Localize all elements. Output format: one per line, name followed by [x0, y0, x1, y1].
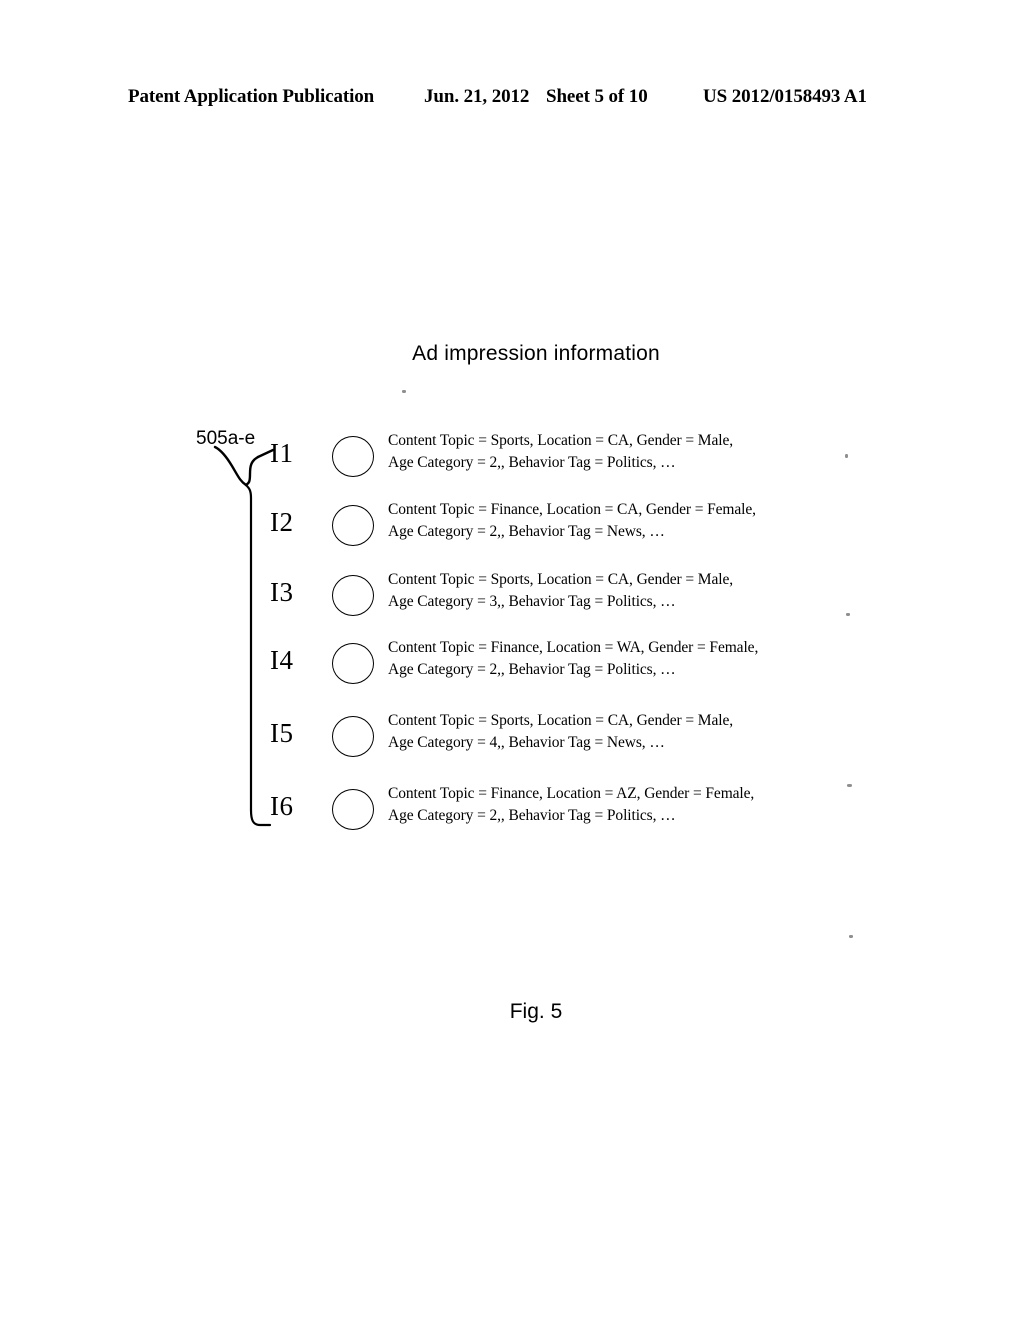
impression-row-i5: I5 Content Topic = Sports, Location = CA… — [270, 710, 890, 772]
impression-attributes-line2: Age Category = 2,, Behavior Tag = Politi… — [388, 807, 676, 824]
impression-label-i6: I6 — [270, 791, 294, 821]
impression-attributes-line2: Age Category = 4,, Behavior Tag = News, … — [388, 734, 665, 751]
impression-label-i3: I3 — [270, 577, 294, 607]
impression-node-i5 — [332, 716, 374, 757]
impression-attributes-line1: Content Topic = Finance, Location = WA, … — [388, 639, 759, 656]
impression-attributes-i5: Content Topic = Sports, Location = CA, G… — [388, 710, 888, 754]
impression-attributes-line1: Content Topic = Finance, Location = CA, … — [388, 501, 756, 518]
impression-label-i2: I2 — [270, 507, 294, 537]
impression-attributes-i2: Content Topic = Finance, Location = CA, … — [388, 499, 888, 543]
impression-attributes-line2: Age Category = 2,, Behavior Tag = Politi… — [388, 661, 676, 678]
impression-row-i6: I6 Content Topic = Finance, Location = A… — [270, 783, 890, 845]
impression-attributes-i3: Content Topic = Sports, Location = CA, G… — [388, 569, 888, 613]
impression-attributes-line2: Age Category = 2,, Behavior Tag = Politi… — [388, 454, 676, 471]
impression-label-i5: I5 — [270, 718, 294, 748]
figure-caption-text: Fig. 5 — [509, 1000, 563, 1023]
impression-row-i3: I3 Content Topic = Sports, Location = CA… — [270, 569, 890, 631]
impression-attributes-line1: Content Topic = Sports, Location = CA, G… — [388, 571, 734, 588]
impression-node-i6 — [332, 789, 374, 830]
impression-row-i2: I2 Content Topic = Finance, Location = C… — [270, 499, 890, 561]
impression-attributes-line1: Content Topic = Sports, Location = CA, G… — [388, 432, 734, 449]
scan-speck — [847, 784, 852, 787]
impression-attributes-i4: Content Topic = Finance, Location = WA, … — [388, 637, 888, 681]
impression-label-i4: I4 — [270, 645, 294, 675]
impression-row-i4: I4 Content Topic = Finance, Location = W… — [270, 637, 890, 699]
scan-speck — [845, 454, 848, 458]
impression-attributes-line2: Age Category = 2,, Behavior Tag = News, … — [388, 523, 665, 540]
scan-speck — [402, 390, 406, 393]
impression-attributes-line1: Content Topic = Sports, Location = CA, G… — [388, 712, 734, 729]
impression-list: I1 Content Topic = Sports, Location = CA… — [0, 0, 1024, 1320]
impression-node-i3 — [332, 575, 374, 616]
scan-speck — [849, 935, 853, 938]
impression-row-i1: I1 Content Topic = Sports, Location = CA… — [270, 430, 890, 492]
impression-attributes-i1: Content Topic = Sports, Location = CA, G… — [388, 430, 888, 474]
impression-attributes-i6: Content Topic = Finance, Location = AZ, … — [388, 783, 888, 827]
impression-label-i1: I1 — [270, 438, 294, 468]
impression-node-i4 — [332, 643, 374, 684]
impression-node-i1 — [332, 436, 374, 477]
impression-attributes-line2: Age Category = 3,, Behavior Tag = Politi… — [388, 593, 676, 610]
impression-attributes-line1: Content Topic = Finance, Location = AZ, … — [388, 785, 755, 802]
impression-node-i2 — [332, 505, 374, 546]
scan-speck — [846, 613, 850, 616]
figure-caption: Fig. 5 — [0, 1000, 1024, 1024]
